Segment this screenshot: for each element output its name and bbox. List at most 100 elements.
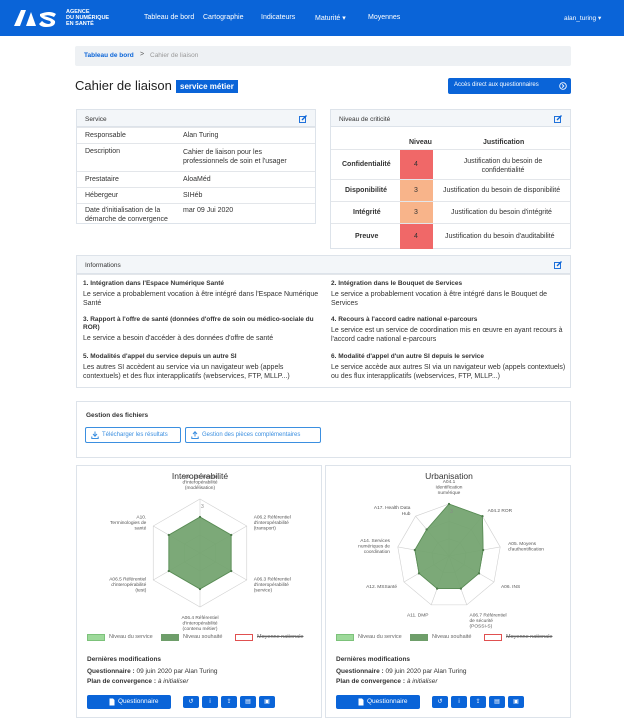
data-point bbox=[167, 533, 170, 537]
informations-card-title: Informations bbox=[85, 262, 121, 269]
page-title: Cahier de liaison bbox=[75, 78, 172, 93]
info-icon[interactable]: i bbox=[451, 696, 467, 708]
breadcrumb-current: Cahier de liaison bbox=[150, 52, 199, 59]
breadcrumb-separator: > bbox=[140, 51, 145, 58]
axis-label: A06.7 Référentiel de sécurité (POSSI-S) bbox=[470, 612, 507, 629]
axis-label: A17. Health Data Hub bbox=[374, 505, 411, 517]
modifs-questionnaire: Questionnaire : 09 juin 2020 par Alan Tu… bbox=[87, 668, 218, 675]
col-header-justification: Justification bbox=[483, 139, 525, 146]
upload-icon[interactable]: ⇪ bbox=[221, 696, 237, 708]
axis-label: A12. MSSanté bbox=[366, 584, 397, 590]
nav-cartographie[interactable]: Cartographie bbox=[203, 14, 243, 21]
service-card: Service Responsable Alan Turing Descript… bbox=[76, 109, 316, 224]
ans-logo-mark bbox=[14, 10, 56, 27]
urbanisation-radar-chart: Urbanisation3A04.1 Identification numériqu… bbox=[358, 471, 544, 630]
edit-icon[interactable] bbox=[554, 261, 562, 269]
table-icon[interactable]: ▤ bbox=[489, 696, 505, 708]
modifs-questionnaire: Questionnaire : 09 juin 2020 par Alan Tu… bbox=[336, 668, 467, 675]
data-point bbox=[230, 569, 233, 573]
info-item: 5. Modalités d'appel du service depuis u… bbox=[83, 353, 290, 380]
checklist-icon[interactable]: ▣ bbox=[259, 696, 275, 708]
service-row: Hébergeur SIHéb bbox=[77, 187, 315, 203]
nav-tableau-de-bord[interactable]: Tableau de bord bbox=[144, 14, 194, 21]
service-row: Date d'initialisation de la démarche de … bbox=[77, 203, 315, 224]
upload-icon bbox=[191, 431, 199, 439]
axis-label: A11. DMP bbox=[407, 612, 429, 618]
scale-label: 3 bbox=[201, 504, 204, 510]
modifs-title: Dernières modifications bbox=[336, 656, 411, 663]
edit-icon[interactable] bbox=[299, 115, 307, 123]
table-icon[interactable]: ▤ bbox=[240, 696, 256, 708]
data-point bbox=[482, 548, 485, 552]
info-item: 4. Recours à l'accord cadre national e-p… bbox=[331, 316, 563, 343]
fichiers-title: Gestion des fichiers bbox=[86, 412, 149, 419]
axis-label: A06.3 Référentiel d'interopérabilité (serv… bbox=[254, 576, 291, 593]
history-icon[interactable]: ↺ bbox=[432, 696, 448, 708]
data-point bbox=[436, 587, 439, 590]
info-item: 1. Intégration dans l'Espace Numérique S… bbox=[83, 280, 319, 307]
criticite-card-title: Niveau de criticité bbox=[339, 116, 391, 123]
top-navbar: AGENCE DU NUMÉRIQUE EN SANTÉ Tableau de … bbox=[0, 0, 624, 36]
nav-moyennes[interactable]: Moyennes bbox=[368, 14, 400, 21]
level-cell: 4 bbox=[400, 150, 433, 180]
checklist-icon[interactable]: ▣ bbox=[508, 696, 524, 708]
data-point bbox=[459, 587, 462, 590]
nav-indicateurs[interactable]: Indicateurs bbox=[261, 14, 295, 21]
upload-icon[interactable]: ⇪ bbox=[470, 696, 486, 708]
axis-label: A06.1 Référentiel d'interopérabilité (modé… bbox=[181, 474, 218, 491]
criticite-card: Niveau de criticité Niveau Justification… bbox=[330, 109, 571, 249]
criticite-row: Disponibilité 3 Justification du besoin … bbox=[331, 179, 570, 202]
file-icon bbox=[358, 698, 364, 706]
axis-label: A06.5 Référentiel d'interopérabilité (test… bbox=[109, 576, 146, 593]
service-row: Prestataire AloaMéd bbox=[77, 171, 315, 187]
brand-wordmark: AGENCE DU NUMÉRIQUE EN SANTÉ bbox=[66, 9, 110, 27]
level-cell: 3 bbox=[400, 180, 433, 202]
criticite-row: Confidentialité 4 Justification du besoi… bbox=[331, 149, 570, 180]
service-row: Responsable Alan Turing bbox=[77, 127, 315, 143]
arrow-circle-icon bbox=[559, 82, 567, 90]
service-type-badge: service métier bbox=[176, 80, 238, 93]
series-polygon bbox=[414, 503, 484, 589]
info-icon[interactable]: i bbox=[202, 696, 218, 708]
chart-legend: Niveau du service Niveau souhaité Moyenn… bbox=[336, 634, 566, 642]
info-item: 2. Intégration dans le Bouquet de Servic… bbox=[331, 280, 547, 307]
axis-label: A04.1 Identification numérique bbox=[436, 479, 463, 496]
download-results-button[interactable]: Télécharger les résultats bbox=[85, 427, 181, 443]
user-menu[interactable]: alan_turing ▾ bbox=[564, 14, 601, 22]
questionnaire-button[interactable]: Questionnaire bbox=[87, 695, 171, 709]
criticite-row: Intégrité 3 Justification du besoin d'in… bbox=[331, 201, 570, 224]
criticite-row: Preuve 4 Justification du besoin d'audit… bbox=[331, 223, 570, 249]
breadcrumb: Tableau de bord > Cahier de liaison bbox=[75, 46, 571, 66]
data-point bbox=[447, 502, 451, 506]
service-row: Description Cahier de liaison pour les p… bbox=[77, 143, 315, 171]
quick-access-button[interactable]: Accès direct aux questionnaires bbox=[448, 78, 571, 94]
axis-label: A06.4 Référentiel d'interopérabilité (cont… bbox=[181, 615, 218, 632]
data-point bbox=[425, 528, 428, 531]
edit-icon[interactable] bbox=[554, 115, 562, 123]
interoperabilite-radar-chart: Interopérabilité3A06.1 Référentiel d'inte… bbox=[109, 471, 291, 632]
axis-label: A10. Terminologies de santé bbox=[110, 514, 147, 531]
modifs-title: Dernières modifications bbox=[87, 656, 162, 663]
axis-label: A06.2 Référentiel d'interopérabilité (tran… bbox=[254, 514, 291, 531]
data-point bbox=[198, 515, 202, 519]
informations-card: Informations 1. Intégration dans l'Espac… bbox=[76, 255, 571, 388]
breadcrumb-home[interactable]: Tableau de bord bbox=[84, 52, 134, 59]
manage-attachments-button[interactable]: Gestion des pièces complémentaires bbox=[185, 427, 321, 443]
axis-label: A04.2 ROR bbox=[488, 508, 513, 514]
data-point bbox=[417, 572, 421, 575]
service-card-title: Service bbox=[85, 116, 107, 123]
col-header-niveau: Niveau bbox=[409, 139, 432, 146]
info-item: 6. Modalité d'appel d'un autre SI depuis… bbox=[331, 353, 566, 380]
nav-maturite-dropdown[interactable]: Maturité ▾ bbox=[315, 14, 346, 22]
data-point bbox=[167, 569, 170, 573]
urbanisation-card: Urbanisation 3 A04.1 Identification numériqu… bbox=[325, 465, 571, 718]
modifs-plan: Plan de convergence : à initialiser bbox=[87, 678, 189, 685]
data-point bbox=[413, 548, 416, 552]
interoperabilite-card: Interopérabilité 3 A06.1 Référentiel d'inte… bbox=[76, 465, 322, 718]
history-icon[interactable]: ↺ bbox=[183, 696, 199, 708]
axis-label: A05. Moyens d'authentification bbox=[508, 541, 544, 553]
series-polygon bbox=[168, 516, 232, 590]
chart-legend: Niveau du service Niveau souhaité Moyenn… bbox=[87, 634, 317, 642]
data-point bbox=[198, 587, 202, 591]
questionnaire-button[interactable]: Questionnaire bbox=[336, 695, 420, 709]
